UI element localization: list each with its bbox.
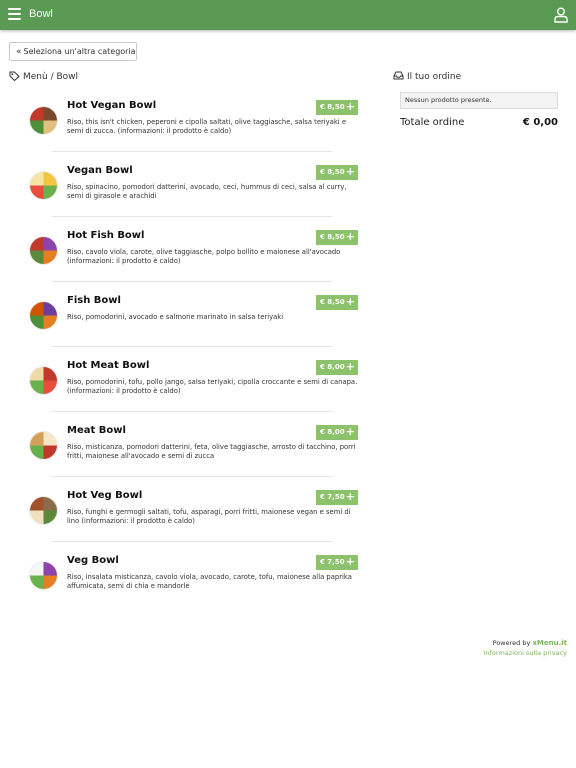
- product-name: Hot Fish Bowl: [67, 230, 145, 241]
- product-price: € 8,50: [320, 103, 345, 111]
- product-description: Riso, spinacino, pomodori datterini, avo…: [67, 183, 347, 200]
- divider: [52, 216, 332, 217]
- product-item: Hot Fish Bowl € 8,50 + Riso, cavolo viola, …: [0, 230, 370, 295]
- add-to-order-button[interactable]: € 7,50 +: [316, 555, 358, 570]
- plus-icon: +: [345, 425, 355, 438]
- product-price: € 8,00: [320, 428, 345, 436]
- double-chevron-left-icon: «: [16, 47, 22, 57]
- product-price: € 8,50: [320, 168, 345, 176]
- product-item: Hot Meat Bowl € 8,00 + Riso, pomodorini, to…: [0, 360, 370, 425]
- product-item: Meat Bowl € 8,00 + Riso, misticanza, pomodo…: [0, 425, 370, 490]
- order-heading: Il tuo ordine: [393, 71, 461, 82]
- product-item: Hot Vegan Bowl € 8,50 + Riso, this isn't ch…: [0, 100, 370, 165]
- top-app-bar: Bowl: [0, 0, 576, 30]
- brand-link[interactable]: xMenu.it: [532, 639, 567, 647]
- plus-icon: +: [345, 230, 355, 243]
- product-item: Fish Bowl € 8,50 + Riso, pomodorini, avocad…: [0, 295, 370, 360]
- user-icon[interactable]: [554, 7, 568, 23]
- plus-icon: +: [345, 165, 355, 178]
- add-to-order-button[interactable]: € 8,50 +: [316, 295, 358, 310]
- product-description: Riso, pomodorini, tofu, pollo jango, sal…: [67, 378, 358, 395]
- order-title: Il tuo ordine: [407, 72, 462, 82]
- product-name: Hot Meat Bowl: [67, 360, 150, 371]
- product-item: Hot Veg Bowl € 7,50 + Riso, funghi e germog…: [0, 490, 370, 555]
- product-image: [30, 562, 57, 589]
- product-image: [30, 367, 57, 394]
- breadcrumb-text: Menù / Bowl: [23, 72, 79, 82]
- hamburger-icon[interactable]: [8, 8, 21, 20]
- order-total-value: € 0,00: [522, 117, 558, 128]
- powered-by-prefix: Powered by: [492, 639, 531, 647]
- order-empty-message: Nessun prodotto presente.: [400, 92, 558, 109]
- product-name: Hot Vegan Bowl: [67, 100, 157, 111]
- product-image: [30, 302, 57, 329]
- divider: [52, 281, 332, 282]
- add-to-order-button[interactable]: € 8,00 +: [316, 360, 358, 375]
- product-image: [30, 432, 57, 459]
- product-item: Vegan Bowl € 8,50 + Riso, spinacino, pomodo…: [0, 165, 370, 230]
- plus-icon: +: [345, 555, 355, 568]
- powered-by: Powered by xMenu.it: [493, 639, 567, 647]
- product-name: Veg Bowl: [67, 555, 119, 566]
- product-image: [30, 237, 57, 264]
- product-description: Riso, cavolo viola, carote, olive taggia…: [67, 248, 341, 265]
- add-to-order-button[interactable]: € 8,00 +: [316, 425, 358, 440]
- product-item: Veg Bowl € 7,50 + Riso, insalata misticanza…: [0, 555, 370, 620]
- plus-icon: +: [345, 295, 355, 308]
- product-price: € 8,00: [320, 363, 345, 371]
- divider: [52, 476, 332, 477]
- product-price: € 8,50: [320, 298, 345, 306]
- add-to-order-button[interactable]: € 8,50 +: [316, 230, 358, 245]
- select-other-category-button[interactable]: «Seleziona un'altra categoria: [9, 42, 137, 61]
- product-name: Fish Bowl: [67, 295, 121, 306]
- product-description: Riso, insalata misticanza, cavolo viola,…: [67, 573, 352, 590]
- plus-icon: +: [345, 360, 355, 373]
- privacy-link[interactable]: Informazioni sulla privacy: [484, 649, 567, 657]
- divider: [52, 151, 332, 152]
- product-price: € 8,50: [320, 233, 345, 241]
- product-name: Hot Veg Bowl: [67, 490, 143, 501]
- tag-icon: [9, 71, 20, 82]
- order-total-label: Totale ordine: [400, 117, 465, 128]
- product-description: Riso, pomodorini, avocado e salmone mari…: [67, 313, 284, 321]
- plus-icon: +: [345, 100, 355, 113]
- add-to-order-button[interactable]: € 8,50 +: [316, 100, 358, 115]
- add-to-order-button[interactable]: € 7,50 +: [316, 490, 358, 505]
- product-image: [30, 497, 57, 524]
- divider: [52, 541, 332, 542]
- product-image: [30, 107, 57, 134]
- plus-icon: +: [345, 490, 355, 503]
- product-description: Riso, funghi e germogli saltati, tofu, a…: [67, 508, 351, 525]
- page-title: Bowl: [29, 8, 53, 20]
- product-name: Vegan Bowl: [67, 165, 133, 176]
- product-price: € 7,50: [320, 493, 345, 501]
- product-name: Meat Bowl: [67, 425, 126, 436]
- product-description: Riso, misticanza, pomodori datterini, fe…: [67, 443, 356, 460]
- product-image: [30, 172, 57, 199]
- breadcrumb: Menù / Bowl: [9, 71, 78, 82]
- divider: [52, 346, 332, 347]
- back-button-label: Seleziona un'altra categoria: [23, 47, 136, 56]
- product-description: Riso, this isn't chicken, peperoni e cip…: [67, 118, 347, 135]
- product-price: € 7,50: [320, 558, 345, 566]
- tray-icon: [393, 71, 404, 80]
- divider: [52, 411, 332, 412]
- add-to-order-button[interactable]: € 8,50 +: [316, 165, 358, 180]
